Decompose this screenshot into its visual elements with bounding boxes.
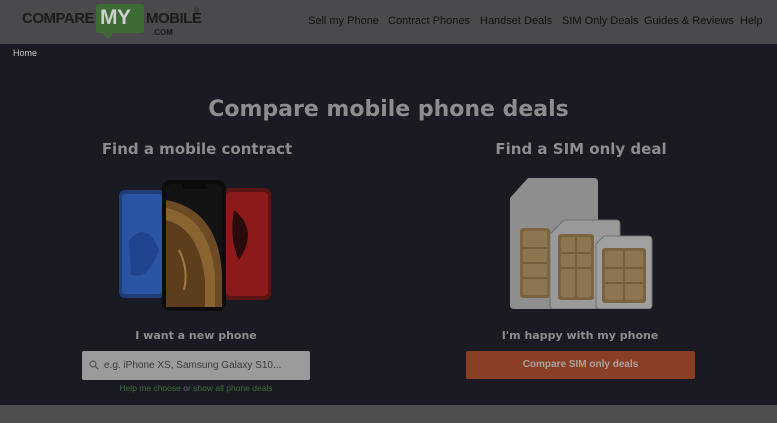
- sim-heading: Find a SIM only deal: [495, 140, 667, 158]
- sim-subheading: I'm happy with my phone: [501, 329, 659, 342]
- help-me-choose-link[interactable]: Help me choose: [119, 383, 180, 393]
- contract-heading: Find a mobile contract: [101, 140, 293, 158]
- nav-contract-phones[interactable]: Contract Phones: [388, 15, 470, 27]
- help-or-text: or: [183, 383, 191, 393]
- site-header: COMPARE MY MOBILE ® .COM Sell my Phone C…: [0, 0, 777, 44]
- logo-word-my: MY: [100, 6, 131, 29]
- logo-word-compare: COMPARE: [22, 10, 95, 27]
- logo-dotcom: .COM: [152, 28, 173, 37]
- site-logo[interactable]: COMPARE MY MOBILE ® .COM: [22, 4, 202, 40]
- nav-sim-only-deals[interactable]: SIM Only Deals: [562, 15, 638, 27]
- compare-sim-only-deals-button[interactable]: Compare SIM only deals: [466, 351, 695, 379]
- nav-handset-deals[interactable]: Handset Deals: [480, 15, 552, 27]
- show-all-phone-deals-link[interactable]: show all phone deals: [193, 383, 272, 393]
- page-title: Compare mobile phone deals: [208, 97, 569, 122]
- nav-guides-reviews[interactable]: Guides & Reviews: [644, 15, 734, 27]
- breadcrumb-home[interactable]: Home: [13, 48, 37, 58]
- sim-cards-illustration: [510, 178, 653, 309]
- nav-help[interactable]: Help: [740, 15, 763, 27]
- phone-search-box: [82, 351, 310, 380]
- logo-registered-mark: ®: [194, 8, 200, 15]
- search-icon: [89, 360, 99, 370]
- phone-search-input[interactable]: [104, 351, 304, 380]
- contract-subheading: I want a new phone: [135, 329, 257, 342]
- help-links: Help me choose or show all phone deals: [82, 383, 310, 393]
- nav-sell-my-phone[interactable]: Sell my Phone: [308, 15, 379, 27]
- phones-illustration: [119, 180, 271, 311]
- footer-bar: [0, 405, 777, 423]
